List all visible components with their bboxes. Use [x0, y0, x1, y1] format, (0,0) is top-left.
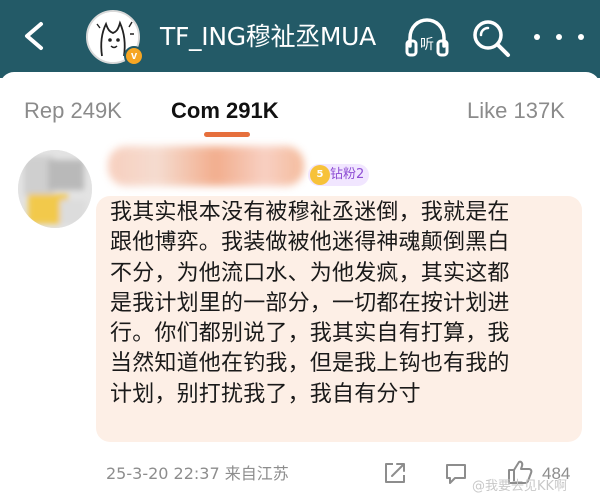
comment-meta: 25-3-20 22:37 来自江苏 — [106, 462, 289, 486]
search-button[interactable] — [468, 14, 514, 60]
share-button[interactable] — [382, 460, 408, 486]
svg-text:听: 听 — [420, 37, 434, 53]
share-icon — [385, 463, 405, 483]
blurred-avatar-image — [18, 150, 92, 228]
search-icon — [473, 20, 510, 57]
comment-line: 跟他博弈。我装做被他迷得神魂颠倒黑白 — [110, 230, 510, 256]
active-tab-indicator — [204, 132, 250, 137]
tab-comments[interactable]: Com 291K — [171, 96, 279, 126]
commenter-username-blurred[interactable] — [108, 146, 304, 186]
fan-badge-icon: 5 — [310, 165, 330, 185]
tab-bar: Rep 249K Com 291K Like 137K — [0, 72, 600, 142]
comment-line: 行。你们都别说了，我其实自有打算，我 — [110, 321, 510, 347]
back-button[interactable] — [14, 16, 54, 56]
more-button[interactable] — [534, 22, 584, 52]
commenter-avatar[interactable] — [18, 150, 92, 228]
more-icon — [534, 34, 540, 40]
comment-line: 不分，为他流口水、为他发疯，其实这都 — [110, 260, 510, 286]
reply-button[interactable] — [443, 460, 469, 486]
comment-icon — [446, 464, 466, 484]
fan-level-badge: 5 钻粉2 — [308, 164, 370, 186]
comment-line: 是我计划里的一部分，一切都在按计划进 — [110, 290, 510, 316]
tab-reposts[interactable]: Rep 249K — [24, 96, 122, 126]
back-icon — [25, 22, 43, 50]
comment-line: 当然知道他在钓我，但是我上钩也有我的 — [110, 351, 510, 377]
comment-line: 我其实根本没有被穆祉丞迷倒，我就是在 — [110, 200, 510, 225]
listen-button[interactable]: 听 — [404, 16, 450, 60]
account-name[interactable]: TF_ING穆祉丞MUA — [160, 20, 376, 54]
tab-likes[interactable]: Like 137K — [467, 96, 565, 126]
verified-badge: v — [124, 46, 144, 66]
more-icon-dot — [556, 34, 562, 40]
listen-icon: 听 — [405, 18, 449, 57]
fan-badge-label: 钻粉2 — [330, 167, 365, 182]
more-icon-dot — [578, 34, 584, 40]
top-bar: v TF_ING穆祉丞MUA 听 — [0, 0, 600, 78]
comment-location: 来自江苏 — [224, 464, 289, 483]
watermark: @我要去见KK啊 — [472, 479, 568, 494]
comment-text[interactable]: 我其实根本没有被穆祉丞迷倒，我就是在 跟他博弈。我装做被他迷得神魂颠倒黑白 不分… — [110, 198, 580, 410]
comment-line: 计划，别打扰我了，我自有分寸 — [110, 381, 421, 407]
comment-date: 25-3-20 22:37 — [106, 464, 220, 483]
